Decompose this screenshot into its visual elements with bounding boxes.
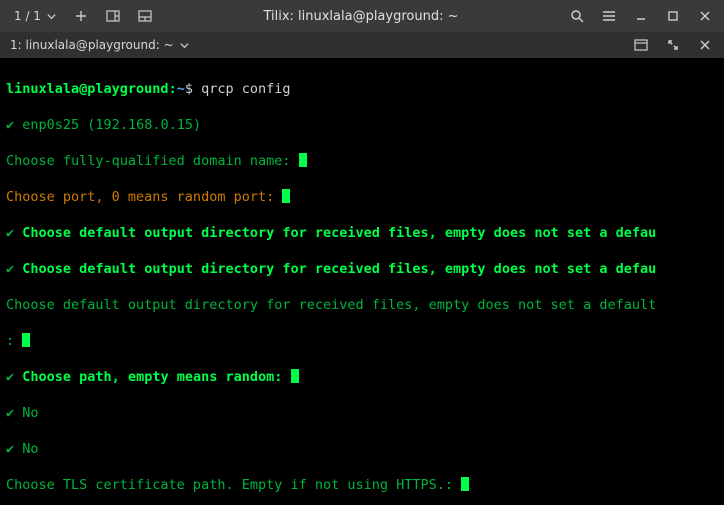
session-switcher[interactable]: 1 / 1 [4, 2, 64, 30]
check-icon: ✔ [6, 225, 14, 241]
prompt-line: linuxlala@playground:~$ qrcp config [6, 80, 718, 98]
chevron-down-icon [47, 12, 56, 21]
q-tls-cert: Choose TLS certificate path. Empty if no… [6, 477, 453, 493]
q-outdir: Choose default output directory for rece… [22, 225, 656, 241]
session-label: 1 / 1 [14, 9, 41, 23]
menu-button[interactable] [594, 2, 624, 30]
close-icon [700, 40, 710, 50]
output-line: ✔ Choose default output directory for re… [6, 260, 718, 278]
output-line: Choose fully-qualified domain name: [6, 152, 718, 170]
terminal-viewport[interactable]: linuxlala@playground:~$ qrcp config ✔ en… [0, 58, 724, 505]
q-outdir-plain: Choose default output directory for rece… [6, 297, 656, 313]
cursor-block [299, 153, 307, 167]
ans-no: No [22, 405, 38, 421]
titlebar-left-group: 1 / 1 [4, 2, 160, 30]
search-icon [570, 9, 584, 23]
prompt-path: ~ [177, 81, 185, 97]
q-outdir-cont: : [6, 333, 14, 349]
close-pane-button[interactable] [692, 34, 718, 56]
new-session-button[interactable] [66, 2, 96, 30]
prompt-userhost: linuxlala@playground [6, 81, 169, 97]
plus-icon [75, 10, 87, 22]
cursor-block [282, 189, 290, 203]
terminal-icon [634, 39, 648, 51]
split-down-icon [138, 9, 152, 23]
split-right-button[interactable] [98, 2, 128, 30]
output-line: ✔ No [6, 404, 718, 422]
close-button[interactable] [690, 2, 720, 30]
minimize-icon [635, 10, 647, 22]
maximize-icon [667, 10, 679, 22]
iface-text: enp0s25 (192.168.0.15) [22, 117, 201, 133]
ans-no: No [22, 441, 38, 457]
readonly-toggle[interactable] [628, 34, 654, 56]
check-icon: ✔ [6, 369, 14, 385]
fullscreen-pane-button[interactable] [660, 34, 686, 56]
q-path: Choose path, empty means random: [22, 369, 282, 385]
check-icon: ✔ [6, 441, 14, 457]
output-line: ✔ enp0s25 (192.168.0.15) [6, 116, 718, 134]
cursor-block [291, 369, 299, 383]
check-icon: ✔ [6, 117, 14, 133]
titlebar: 1 / 1 Tilix: linuxlala@playground: ~ [0, 0, 724, 32]
expand-icon [667, 39, 679, 51]
output-line: ✔ No [6, 440, 718, 458]
output-line: ✔ Choose path, empty means random: [6, 368, 718, 386]
output-line: Choose default output directory for rece… [6, 296, 718, 314]
close-icon [699, 10, 711, 22]
command-text: qrcp config [201, 81, 290, 97]
search-button[interactable] [562, 2, 592, 30]
prompt-colon: : [169, 81, 177, 97]
minimize-button[interactable] [626, 2, 656, 30]
q-fqdn: Choose fully-qualified domain name: [6, 153, 290, 169]
cursor-block [461, 477, 469, 491]
window-title: Tilix: linuxlala@playground: ~ [160, 9, 562, 24]
check-icon: ✔ [6, 405, 14, 421]
output-line: Choose TLS certificate path. Empty if no… [6, 476, 718, 494]
hamburger-icon [602, 10, 616, 22]
check-icon: ✔ [6, 261, 14, 277]
maximize-button[interactable] [658, 2, 688, 30]
output-line: Choose port, 0 means random port: [6, 188, 718, 206]
output-line: ✔ Choose default output directory for re… [6, 224, 718, 242]
tab-label[interactable]: 1: linuxlala@playground: ~ [10, 38, 174, 52]
prompt-dollar: $ [185, 81, 193, 97]
q-port: Choose port, 0 means random port: [6, 189, 274, 205]
cursor-block [22, 333, 30, 347]
chevron-down-icon[interactable] [180, 41, 189, 50]
q-outdir: Choose default output directory for rece… [22, 261, 656, 277]
split-right-icon [106, 9, 120, 23]
terminal-tabstrip: 1: linuxlala@playground: ~ [0, 32, 724, 58]
titlebar-right-group [562, 2, 720, 30]
output-line: : [6, 332, 718, 350]
split-down-button[interactable] [130, 2, 160, 30]
